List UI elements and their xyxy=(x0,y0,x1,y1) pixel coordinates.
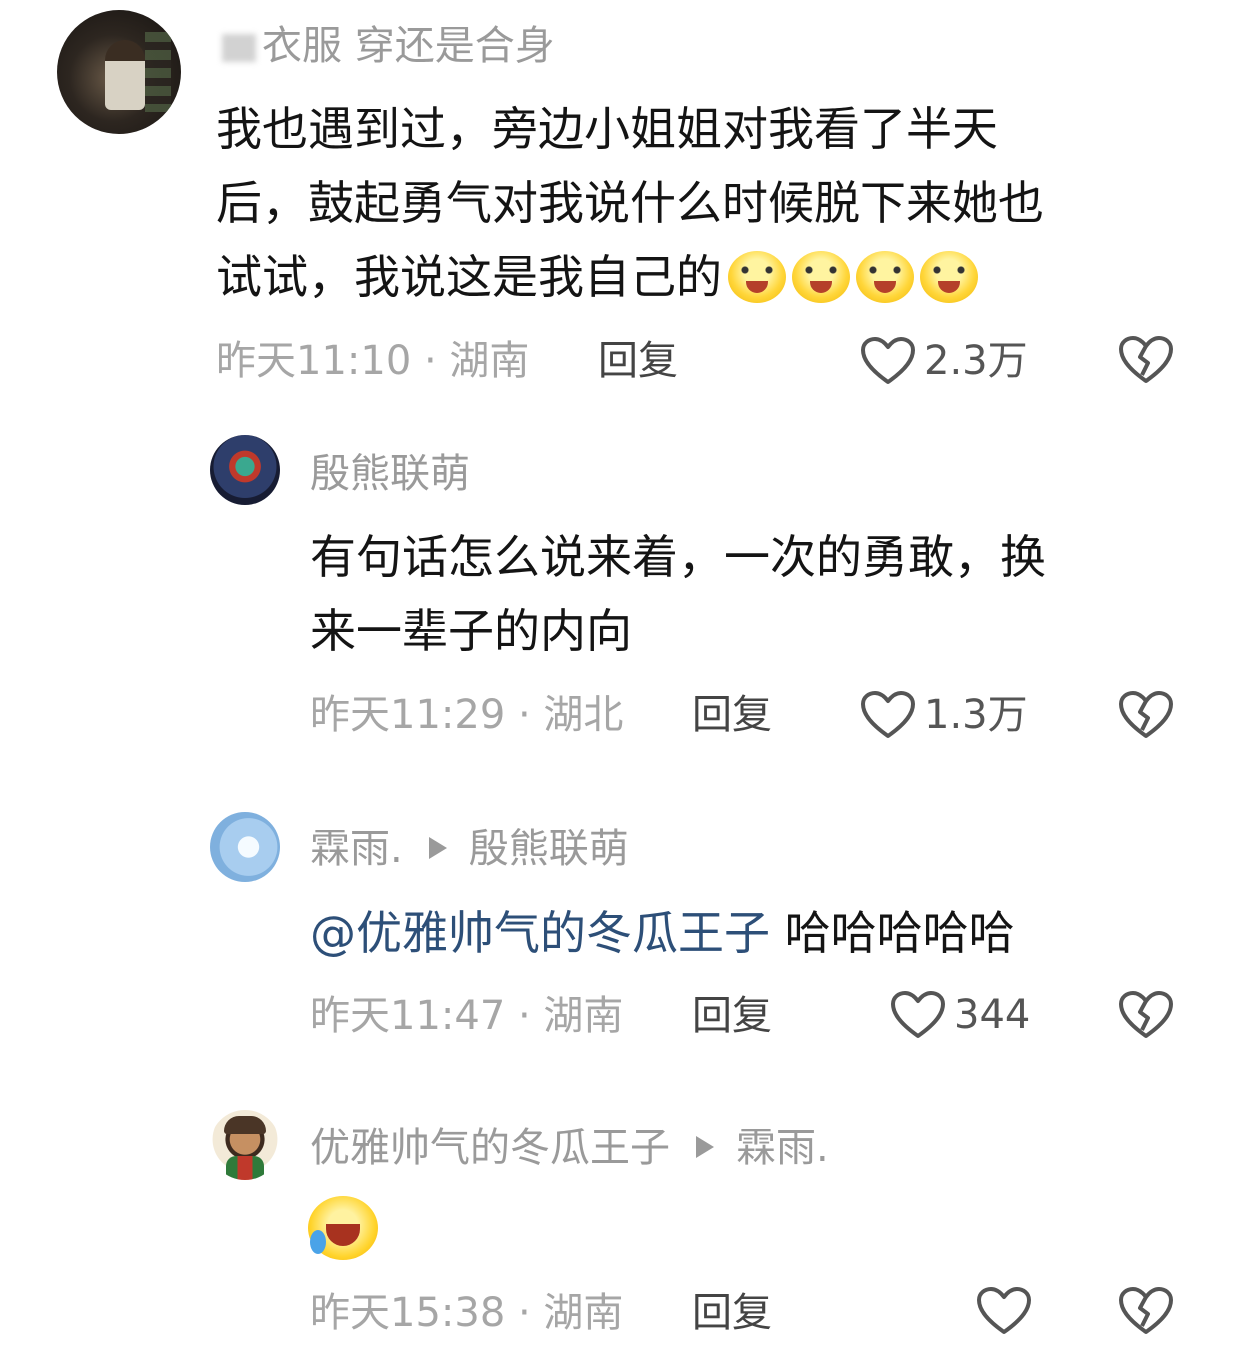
avatar[interactable] xyxy=(210,812,280,882)
laugh-cry-emoji-icon xyxy=(856,250,914,303)
username[interactable]: 优雅帅气的冬瓜王子 xyxy=(310,1125,670,1171)
broken-heart-icon[interactable] xyxy=(1118,335,1174,385)
username-row: 优雅帅气的冬瓜王子 霖雨. xyxy=(310,1128,829,1168)
comment-line: 有句话怎么说来着，一次的勇敢，换 xyxy=(310,530,1046,584)
username[interactable]: 霖雨. xyxy=(310,826,403,872)
reply-button[interactable]: 回复 xyxy=(692,996,772,1036)
comment-line: 试试，我说这是我自己的 xyxy=(216,240,1206,314)
username[interactable]: 殷熊联萌 xyxy=(310,454,470,494)
avatar[interactable] xyxy=(210,1110,280,1180)
like-button[interactable]: 2.3万 xyxy=(860,336,1028,386)
laugh-cry-emoji-icon xyxy=(920,250,978,303)
avatar-body xyxy=(226,1156,264,1180)
heart-outline-icon xyxy=(861,337,915,384)
reply-to-username[interactable]: 霖雨. xyxy=(736,1125,829,1171)
username-row: 霖雨. 殷熊联萌 xyxy=(310,829,629,869)
emoji-mouth xyxy=(326,1224,360,1246)
avatar-shelf xyxy=(145,32,171,112)
heart-outline-icon xyxy=(861,691,915,738)
comment-body: 哈哈哈哈哈 xyxy=(784,906,1015,960)
username[interactable]: 衣服 穿还是合身 xyxy=(216,26,555,66)
reply-button[interactable]: 回复 xyxy=(692,1293,772,1333)
broken-heart-icon[interactable] xyxy=(1118,1286,1174,1336)
blurred-text xyxy=(222,34,256,62)
comment-text: 我也遇到过，旁边小姐姐对我看了半天 后，鼓起勇气对我说什么时候脱下来她也 试试，… xyxy=(216,92,1206,314)
comment-line: 我也遇到过，旁边小姐姐对我看了半天 xyxy=(216,102,998,156)
avatar-hat xyxy=(224,1116,266,1134)
comment-line: 后，鼓起勇气对我说什么时候脱下来她也 xyxy=(216,176,1044,230)
comment-meta: 昨天11:29 · 湖北 xyxy=(310,692,624,738)
laugh-cry-emoji-icon xyxy=(792,250,850,303)
comment-meta: 昨天11:10 · 湖南 xyxy=(216,338,530,384)
reply-button[interactable]: 回复 xyxy=(598,341,678,381)
comment-line-text: 试试，我说这是我自己的 xyxy=(216,250,722,304)
avatar[interactable] xyxy=(210,435,280,505)
comment-text: 有句话怎么说来着，一次的勇敢，换 来一辈子的内向 xyxy=(310,520,1210,668)
rolling-laugh-emoji-icon xyxy=(308,1196,378,1260)
like-count: 1.3万 xyxy=(924,692,1028,738)
comment-meta: 昨天11:47 · 湖南 xyxy=(310,993,624,1039)
broken-heart-icon[interactable] xyxy=(1118,990,1174,1040)
like-count: 2.3万 xyxy=(924,338,1028,384)
mention-link[interactable]: @优雅帅气的冬瓜王子 xyxy=(310,906,770,960)
comment-line: 来一辈子的内向 xyxy=(310,604,632,658)
laugh-cry-emoji-icon xyxy=(728,250,786,303)
avatar[interactable] xyxy=(57,10,181,134)
triangle-right-icon xyxy=(696,1136,714,1158)
comment-meta: 昨天15:38 · 湖南 xyxy=(310,1290,624,1336)
username-text: 衣服 穿还是合身 xyxy=(262,23,555,69)
broken-heart-icon[interactable] xyxy=(1118,690,1174,740)
triangle-right-icon xyxy=(428,837,447,859)
like-button[interactable]: 1.3万 xyxy=(860,690,1028,740)
heart-outline-icon xyxy=(891,991,945,1038)
heart-outline-icon[interactable] xyxy=(976,1286,1032,1336)
emoji-tear xyxy=(310,1230,326,1254)
reply-button[interactable]: 回复 xyxy=(692,695,772,735)
comment-text: @优雅帅气的冬瓜王子 哈哈哈哈哈 xyxy=(310,896,1210,970)
like-button[interactable]: 344 xyxy=(890,990,1030,1040)
like-count: 344 xyxy=(954,992,1031,1038)
avatar-person xyxy=(105,40,145,110)
reply-to-username[interactable]: 殷熊联萌 xyxy=(469,826,629,872)
